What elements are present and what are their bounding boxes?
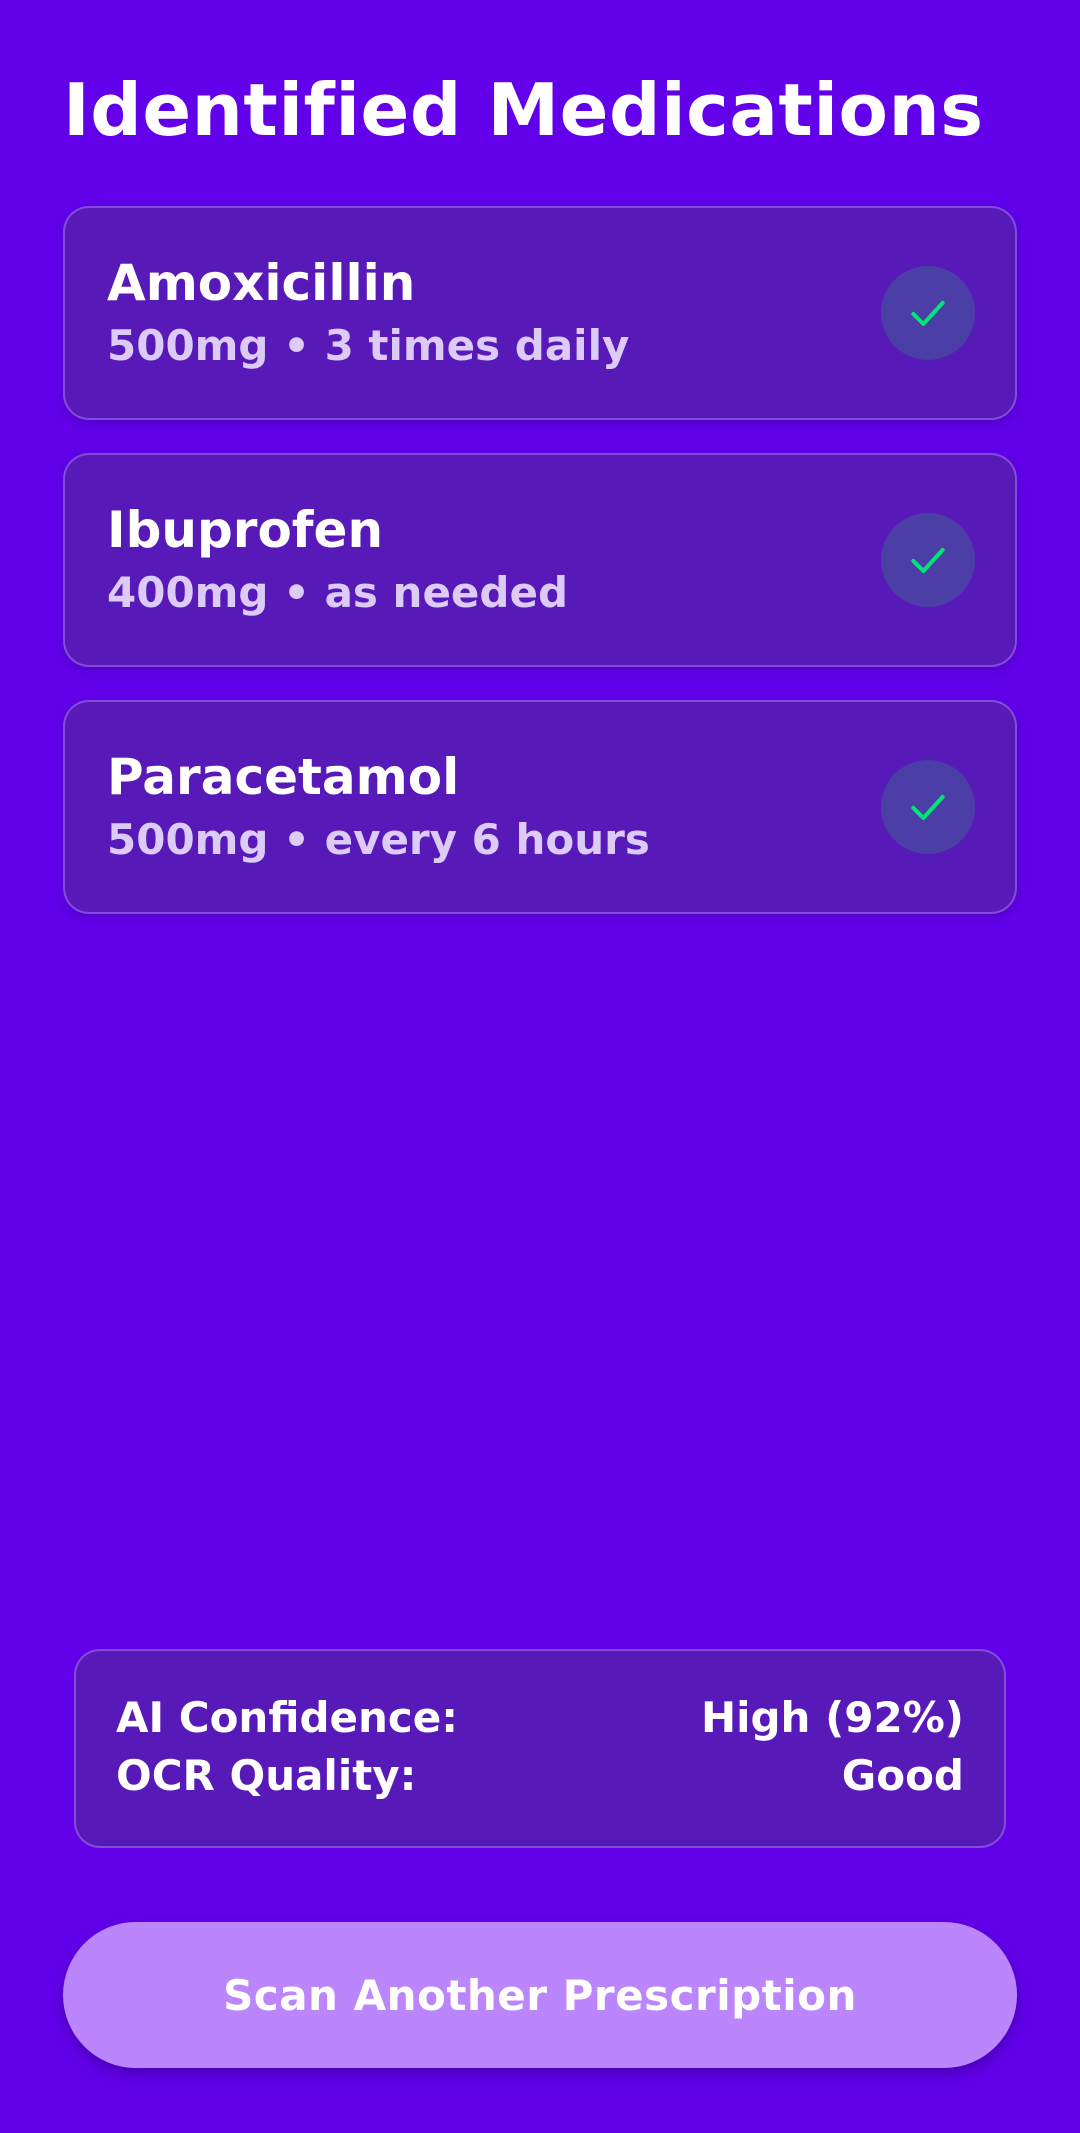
ai-confidence-label: AI Confidence:	[116, 1693, 459, 1742]
check-icon	[881, 266, 975, 360]
ocr-quality-value: Good	[841, 1751, 964, 1800]
medication-list: Amoxicillin 500mg • 3 times daily Ibupro…	[63, 206, 1017, 947]
ocr-quality-label: OCR Quality:	[116, 1751, 417, 1800]
scan-another-button[interactable]: Scan Another Prescription	[63, 1922, 1017, 2068]
medication-dosage: 500mg • every 6 hours	[107, 815, 650, 864]
check-icon	[881, 760, 975, 854]
page-title: Identified Medications	[63, 68, 984, 152]
ai-confidence-value: High (92%)	[700, 1693, 964, 1742]
ocr-quality-row: OCR Quality: Good	[116, 1747, 964, 1805]
medication-name: Paracetamol	[107, 748, 460, 806]
medication-card[interactable]: Amoxicillin 500mg • 3 times daily	[63, 206, 1017, 420]
medication-card[interactable]: Ibuprofen 400mg • as needed	[63, 453, 1017, 667]
medication-dosage: 400mg • as needed	[107, 568, 569, 617]
medication-dosage: 500mg • 3 times daily	[107, 321, 630, 370]
ai-confidence-row: AI Confidence: High (92%)	[116, 1689, 964, 1747]
medication-name: Amoxicillin	[107, 254, 416, 312]
check-icon	[881, 513, 975, 607]
medication-name: Ibuprofen	[107, 501, 384, 559]
analysis-summary-card: AI Confidence: High (92%) OCR Quality: G…	[74, 1649, 1006, 1848]
medication-card[interactable]: Paracetamol 500mg • every 6 hours	[63, 700, 1017, 914]
